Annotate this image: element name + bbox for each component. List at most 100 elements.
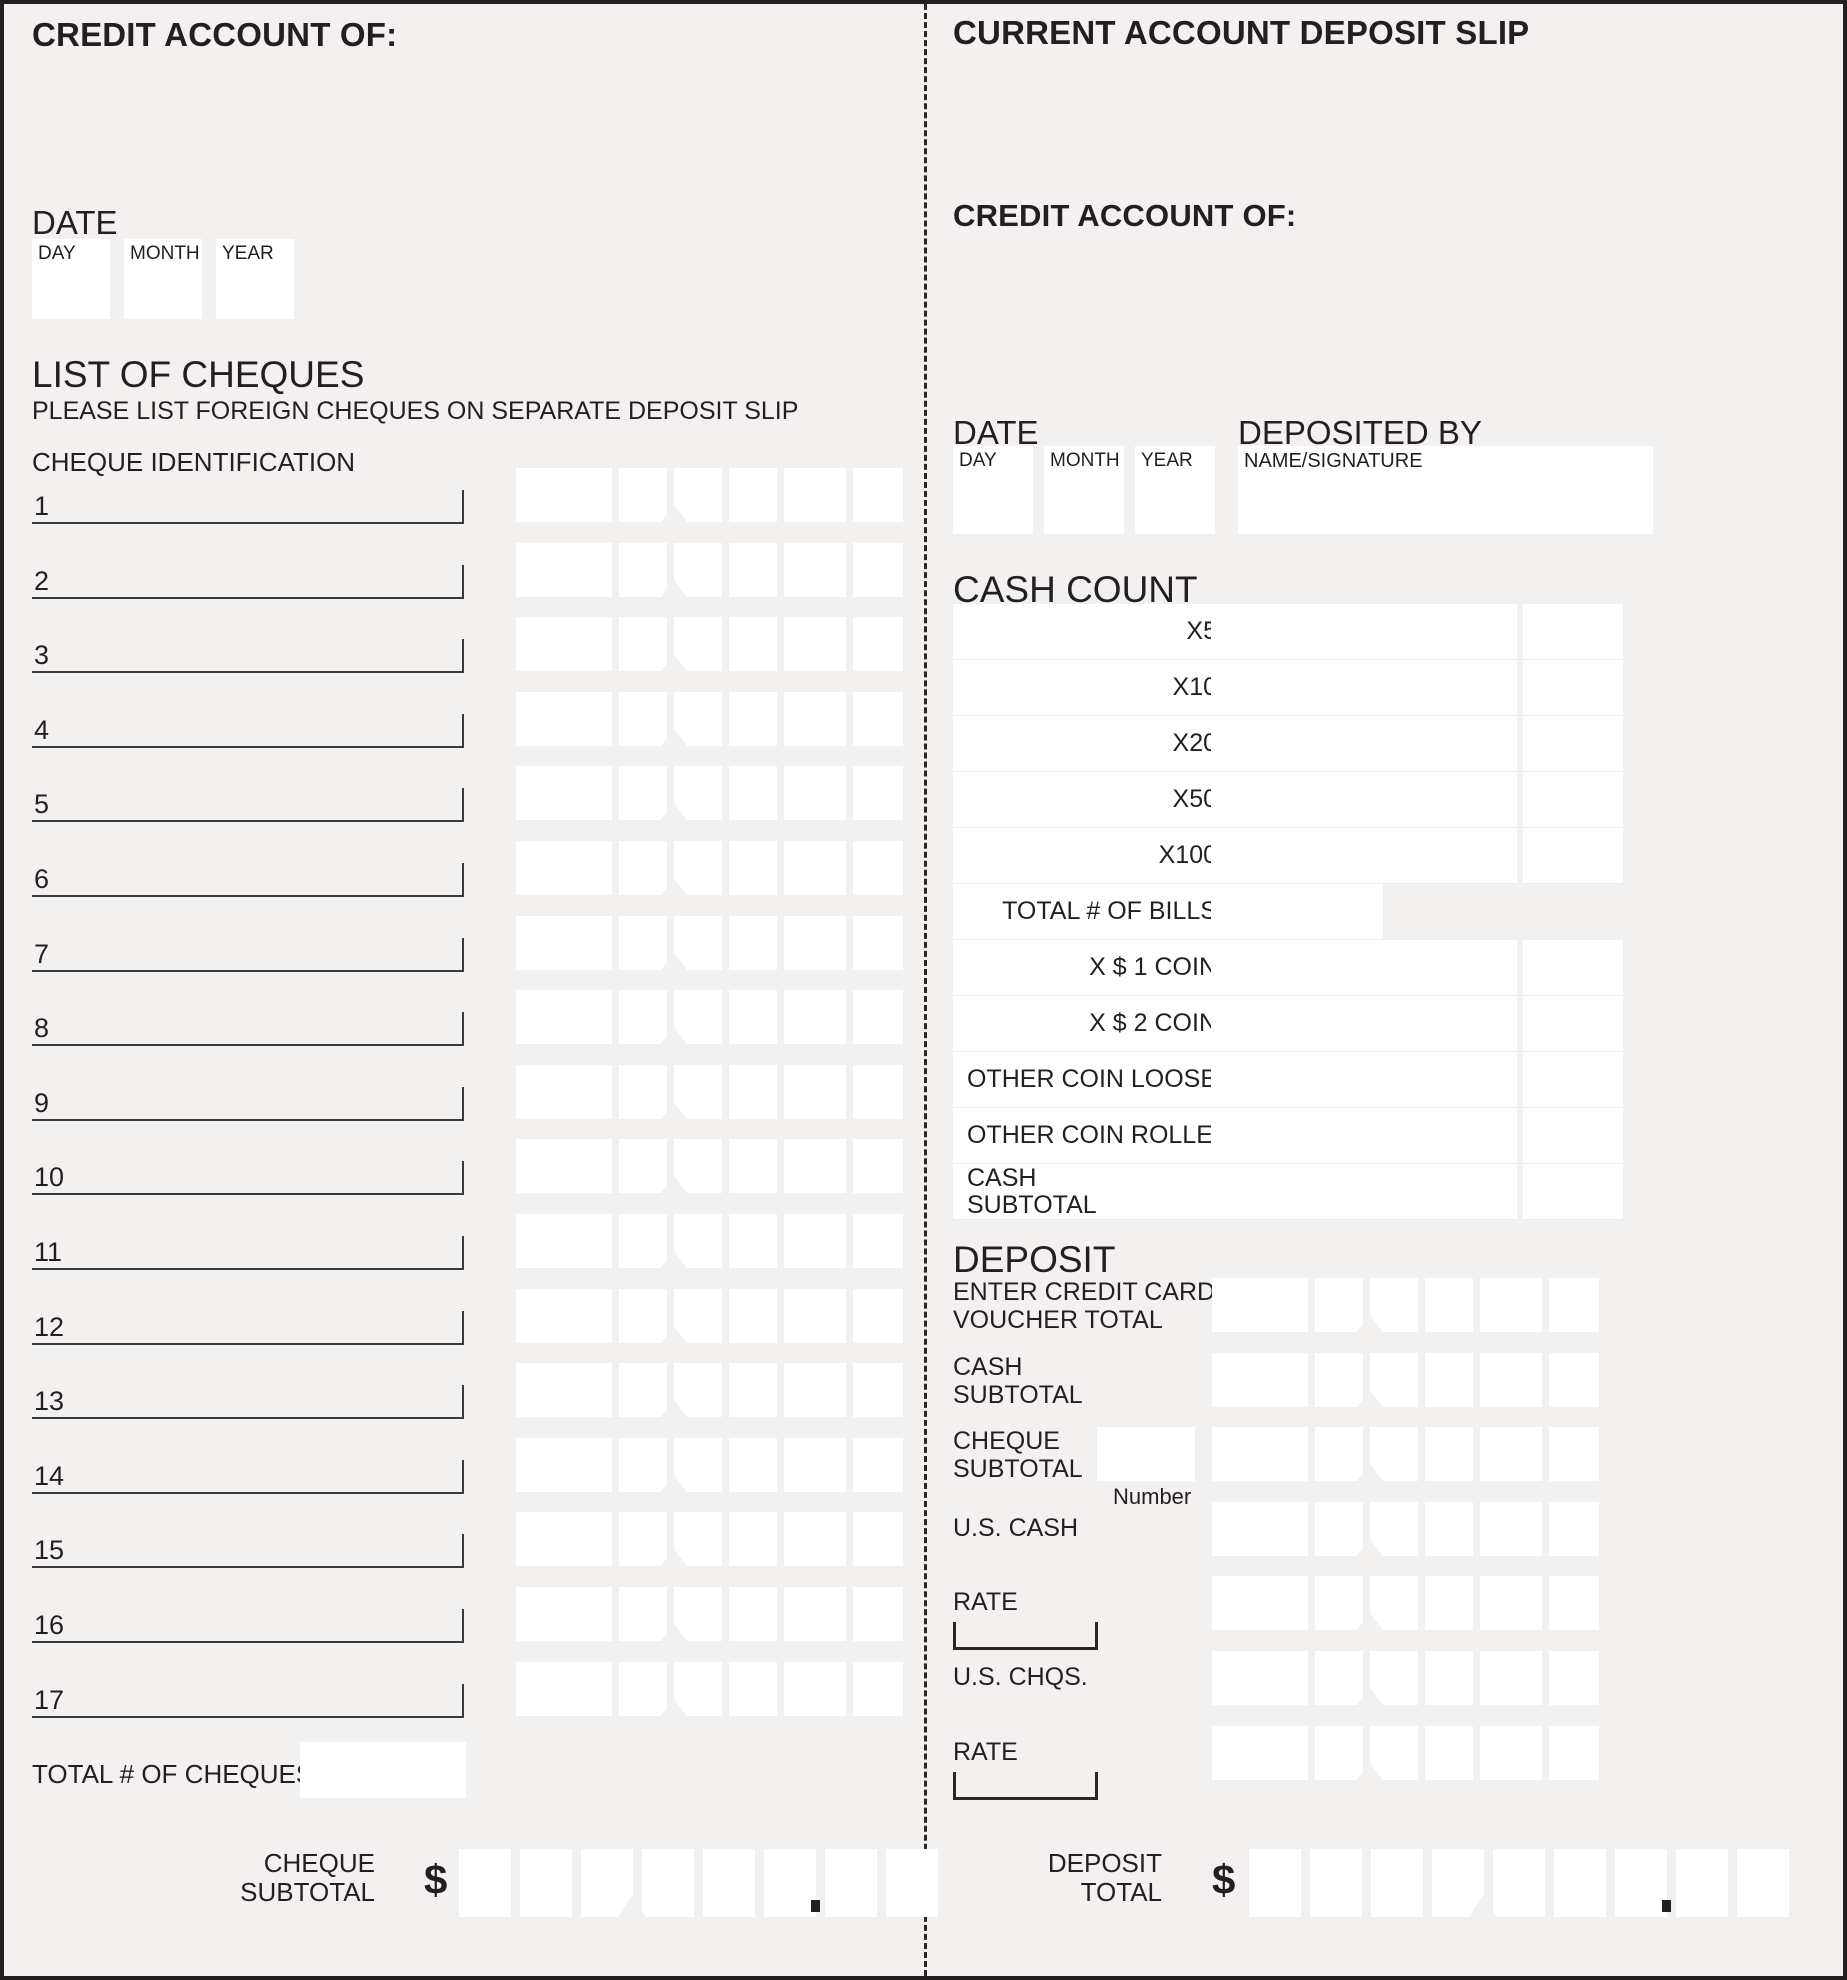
amount-segment[interactable]: [729, 1662, 777, 1716]
amount-segment[interactable]: [729, 468, 777, 522]
cash-count-amount-input[interactable]: [1523, 716, 1623, 772]
cash-count-count-input[interactable]: [1211, 1052, 1517, 1108]
amount-segment[interactable]: [1212, 1353, 1308, 1407]
amount-segment[interactable]: [516, 1214, 612, 1268]
amount-segment[interactable]: [1425, 1576, 1473, 1630]
cheque-subtotal-digit-box[interactable]: [703, 1849, 755, 1917]
cash-count-amount-input[interactable]: [1523, 996, 1623, 1052]
amount-segment[interactable]: [619, 990, 667, 1044]
cheque-amount-field[interactable]: [516, 1289, 832, 1343]
deposit-total-boxes[interactable]: [1249, 1849, 1789, 1917]
deposit-amount-field[interactable]: [1212, 1651, 1528, 1705]
cents-box[interactable]: [853, 1139, 903, 1193]
cash-count-amount-input[interactable]: [1523, 772, 1623, 828]
amount-segment[interactable]: [619, 1139, 667, 1193]
amount-segment[interactable]: [619, 766, 667, 820]
cheque-amount-field[interactable]: [516, 468, 832, 522]
cheque-cents-field[interactable]: [796, 1662, 903, 1716]
deposit-cents-field[interactable]: [1492, 1576, 1599, 1630]
cheque-amount-field[interactable]: [516, 1587, 832, 1641]
cheque-amount-field[interactable]: [516, 692, 832, 746]
cheque-subtotal-boxes[interactable]: [459, 1849, 938, 1917]
cheque-identification-input[interactable]: 13: [32, 1385, 464, 1419]
cheque-amount-field[interactable]: [516, 1512, 832, 1566]
deposit-total-digit-box[interactable]: [1676, 1849, 1728, 1917]
cheque-cents-field[interactable]: [796, 1512, 903, 1566]
deposit-amount-field[interactable]: [1212, 1726, 1528, 1780]
amount-segment[interactable]: [1212, 1651, 1308, 1705]
cheque-identification-input[interactable]: 10: [32, 1161, 464, 1195]
cents-box[interactable]: [796, 1587, 846, 1641]
cheque-identification-input[interactable]: 8: [32, 1012, 464, 1046]
amount-segment[interactable]: [1315, 1651, 1363, 1705]
date-day-field[interactable]: DAY: [32, 239, 110, 319]
cents-box[interactable]: [1549, 1278, 1599, 1332]
cheque-amount-field[interactable]: [516, 841, 832, 895]
date-year-field[interactable]: YEAR: [216, 239, 294, 319]
total-cheques-input[interactable]: [300, 1742, 466, 1798]
cents-box[interactable]: [796, 1662, 846, 1716]
amount-segment[interactable]: [1212, 1427, 1308, 1481]
amount-segment[interactable]: [516, 990, 612, 1044]
cents-box[interactable]: [796, 1065, 846, 1119]
amount-segment[interactable]: [619, 1662, 667, 1716]
amount-segment[interactable]: [729, 1587, 777, 1641]
cheque-cents-field[interactable]: [796, 841, 903, 895]
cheque-subtotal-digit-box[interactable]: [459, 1849, 511, 1917]
cheque-identification-input[interactable]: 3: [32, 639, 464, 673]
cash-count-count-input[interactable]: [1211, 940, 1517, 996]
cheque-identification-input[interactable]: 16: [32, 1609, 464, 1643]
cheque-identification-input[interactable]: 17: [32, 1684, 464, 1718]
deposit-cents-field[interactable]: [1492, 1353, 1599, 1407]
amount-segment[interactable]: [516, 766, 612, 820]
right-date-month-field[interactable]: MONTH: [1044, 446, 1124, 534]
amount-segment[interactable]: [1212, 1726, 1308, 1780]
amount-segment[interactable]: [619, 692, 667, 746]
cents-box[interactable]: [1549, 1651, 1599, 1705]
cheque-cents-field[interactable]: [796, 916, 903, 970]
cents-box[interactable]: [1492, 1427, 1542, 1481]
deposit-cents-field[interactable]: [1492, 1651, 1599, 1705]
cents-box[interactable]: [796, 617, 846, 671]
amount-segment[interactable]: [1315, 1576, 1363, 1630]
amount-segment[interactable]: [1315, 1353, 1363, 1407]
cents-box[interactable]: [1549, 1726, 1599, 1780]
amount-segment[interactable]: [729, 692, 777, 746]
cheque-cents-field[interactable]: [796, 766, 903, 820]
cents-box[interactable]: [853, 1512, 903, 1566]
deposit-total-digit-box[interactable]: [1615, 1849, 1667, 1917]
cheque-identification-input[interactable]: 1: [32, 490, 464, 524]
cents-box[interactable]: [853, 1438, 903, 1492]
deposit-total-digit-box[interactable]: [1371, 1849, 1423, 1917]
amount-segment[interactable]: [729, 1363, 777, 1417]
cheque-cents-field[interactable]: [796, 1363, 903, 1417]
cheque-cents-field[interactable]: [796, 1065, 903, 1119]
amount-segment[interactable]: [619, 1289, 667, 1343]
cents-box[interactable]: [1492, 1353, 1542, 1407]
amount-segment[interactable]: [1425, 1726, 1473, 1780]
amount-segment[interactable]: [516, 1139, 612, 1193]
cheque-amount-field[interactable]: [516, 617, 832, 671]
amount-segment[interactable]: [1425, 1427, 1473, 1481]
cents-box[interactable]: [796, 468, 846, 522]
cheque-amount-field[interactable]: [516, 1065, 832, 1119]
cheque-amount-field[interactable]: [516, 543, 832, 597]
amount-segment[interactable]: [1425, 1278, 1473, 1332]
cheque-cents-field[interactable]: [796, 468, 903, 522]
deposit-amount-field[interactable]: [1212, 1502, 1528, 1556]
cents-box[interactable]: [796, 692, 846, 746]
amount-segment[interactable]: [619, 1363, 667, 1417]
cheque-amount-field[interactable]: [516, 1438, 832, 1492]
cents-box[interactable]: [796, 990, 846, 1044]
cash-count-count-input[interactable]: [1211, 772, 1517, 828]
amount-segment[interactable]: [516, 468, 612, 522]
amount-segment[interactable]: [516, 1587, 612, 1641]
cents-box[interactable]: [853, 692, 903, 746]
cents-box[interactable]: [1492, 1502, 1542, 1556]
amount-segment[interactable]: [1315, 1278, 1363, 1332]
amount-segment[interactable]: [516, 1438, 612, 1492]
amount-segment[interactable]: [729, 841, 777, 895]
cash-count-count-input[interactable]: [1211, 660, 1517, 716]
cheque-cents-field[interactable]: [796, 1139, 903, 1193]
cheque-identification-input[interactable]: 5: [32, 788, 464, 822]
